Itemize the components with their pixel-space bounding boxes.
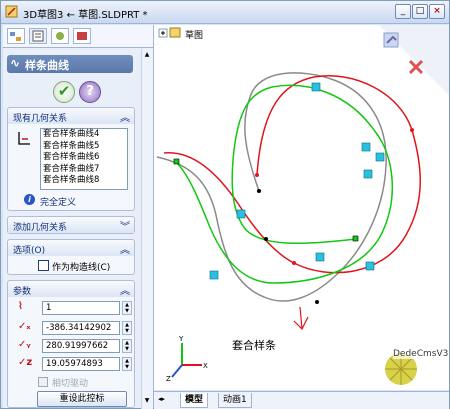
display-tab[interactable]	[73, 28, 91, 44]
status-text: 完全定义	[40, 198, 77, 208]
reset-handle-button[interactable]: 重设此控标	[37, 391, 127, 407]
z-coordinate-input[interactable]: 19.05974893	[42, 357, 120, 371]
tangent-label: 相切驱动	[52, 379, 89, 389]
property-icon	[32, 30, 44, 42]
z-coordinate-row: ✓z 19.05974893 ▲ ▼	[12, 357, 136, 371]
svg-text:Y: Y	[178, 335, 184, 343]
config-icon	[56, 32, 64, 40]
axis-triad-icon: Y X Z	[166, 335, 208, 383]
sketch-canvas[interactable]: Y X Z	[154, 25, 449, 390]
display-icon	[77, 32, 87, 40]
tree-icon	[10, 32, 21, 41]
watermark-logo: DedeCmsV3	[379, 343, 449, 390]
bottom-tab-bar: ◂▸ 模型 动画1	[154, 391, 449, 409]
parameters-group: 参数 ︽ ⌇ 1 ▲ ▼ ✓ₓ -386.34142902 ▲ ▼ ✓ᵧ 280.9…	[7, 280, 135, 408]
collapse-icon: ︽	[120, 245, 130, 256]
group-header[interactable]: 参数 ︽	[8, 281, 134, 297]
existing-relations-group: 现有几何关系 ︽ 套合样条曲线4 套合样条曲线5 套合样条曲线6 套合样条曲线7…	[7, 107, 135, 211]
tab-animation[interactable]: 动画1	[218, 393, 252, 408]
minimize-button[interactable]: _	[395, 4, 411, 19]
sketch-icon	[5, 5, 18, 18]
panel-header: ∿ 样条曲线	[7, 55, 133, 73]
spline-points	[255, 128, 414, 265]
title-bar: 3D草图3 ← 草图.SLDPRT * _ □ ×	[1, 1, 449, 24]
feature-tree-tab[interactable]	[7, 28, 25, 44]
tree-label: 草图	[185, 31, 204, 41]
y-spinner[interactable]: ▲ ▼	[122, 339, 132, 353]
group-title: 参数	[13, 287, 32, 297]
z-coordinate-icon: ✓z	[18, 357, 33, 368]
group-header[interactable]: 添加几何关系 ︾	[8, 217, 134, 233]
scroll-up-icon[interactable]: ▲	[143, 51, 151, 59]
z-spinner[interactable]: ▲ ▼	[122, 357, 132, 371]
window-title: 3D草图3 ← 草图.SLDPRT *	[23, 10, 148, 21]
tangent-checkbox[interactable]	[38, 377, 48, 387]
list-item[interactable]: 套合样条曲线6	[41, 152, 127, 164]
x-coordinate-row: ✓ₓ -386.34142902 ▲ ▼	[12, 321, 136, 335]
y-coordinate-icon: ✓ᵧ	[18, 339, 31, 350]
x-spinner[interactable]: ▲ ▼	[122, 321, 132, 335]
list-item[interactable]: 套合样条曲线4	[41, 129, 127, 141]
tab-scroll-icons[interactable]: ◂▸	[158, 395, 165, 403]
group-header[interactable]: 现有几何关系 ︽	[8, 108, 134, 124]
configuration-tab[interactable]	[51, 28, 69, 44]
group-title: 添加几何关系	[13, 223, 68, 233]
green-end-handle[interactable]	[352, 235, 359, 242]
y-coordinate-input[interactable]: 280.91997662	[42, 339, 120, 353]
x-coordinate-icon: ✓ₓ	[18, 321, 31, 332]
spline-direction-arrow	[293, 306, 309, 331]
svg-text:X: X	[203, 362, 208, 370]
spline-endpoints	[257, 189, 319, 304]
construction-checkbox[interactable]	[38, 260, 49, 271]
app-window: 3D草图3 ← 草图.SLDPRT * _ □ × ∿ 样条曲线 ✔ ? 现有几…	[0, 0, 450, 409]
point-count-row: ⌇ 1 ▲ ▼	[12, 301, 136, 315]
property-manager-tab[interactable]	[29, 28, 47, 44]
list-item[interactable]: 套合样条曲线8	[41, 175, 127, 187]
list-item[interactable]: 套合样条曲线5	[41, 141, 127, 153]
y-coordinate-row: ✓ᵧ 280.91997662 ▲ ▼	[12, 339, 136, 353]
options-group: 选项(O) ︽ 作为构造线(C)	[7, 239, 135, 275]
relation-icon	[18, 132, 30, 145]
expand-icon: ︾	[120, 222, 130, 233]
help-button[interactable]: ?	[79, 81, 101, 103]
watermark-text: DedeCmsV3	[393, 349, 449, 359]
group-title: 选项(O)	[13, 246, 46, 256]
ok-button[interactable]: ✔	[53, 81, 75, 103]
collapse-icon: ︽	[120, 286, 130, 297]
construction-label: 作为构造线(C)	[52, 263, 111, 273]
point-count-input[interactable]: 1	[42, 301, 120, 315]
annotation-text: 套合样条	[232, 339, 276, 352]
scroll-down-icon[interactable]: ▼	[143, 397, 151, 405]
graphics-area[interactable]: Y X Z 草图 套合样条 DedeCmsV3	[154, 25, 449, 390]
green-spline[interactable]	[175, 84, 393, 284]
relations-list[interactable]: 套合样条曲线4 套合样条曲线5 套合样条曲线6 套合样条曲线7 套合样条曲线8	[40, 128, 128, 190]
spline-icon: ∿	[10, 56, 21, 70]
group-title: 现有几何关系	[13, 114, 68, 124]
collapse-icon: ︽	[120, 113, 130, 124]
count-spinner[interactable]: ▲ ▼	[122, 301, 132, 315]
maximize-button[interactable]: □	[412, 4, 428, 19]
point-index-icon: ⌇	[18, 301, 23, 312]
manager-tabs	[3, 25, 153, 48]
group-header[interactable]: 选项(O) ︽	[8, 240, 134, 256]
close-button[interactable]: ×	[429, 4, 445, 19]
list-item[interactable]: 套合样条曲线7	[41, 164, 127, 176]
green-start-handle[interactable]	[173, 158, 180, 165]
sketch-exit-icon[interactable]	[383, 32, 399, 48]
svg-text:Z: Z	[166, 375, 171, 383]
add-relations-group: 添加几何关系 ︾	[7, 216, 135, 234]
cancel-icon[interactable]	[408, 59, 424, 75]
panel-scrollbar[interactable]: ▲ ▼	[141, 49, 153, 409]
panel-title: 样条曲线	[25, 59, 69, 72]
sketch-node-icon	[169, 27, 181, 38]
property-manager: ∿ 样条曲线 ✔ ? 现有几何关系 ︽ 套合样条曲线4 套合样条曲线5 套合样条…	[3, 25, 154, 409]
x-coordinate-input[interactable]: -386.34142902	[42, 321, 120, 335]
tab-model[interactable]: 模型	[180, 393, 209, 408]
info-icon: i	[24, 194, 35, 205]
